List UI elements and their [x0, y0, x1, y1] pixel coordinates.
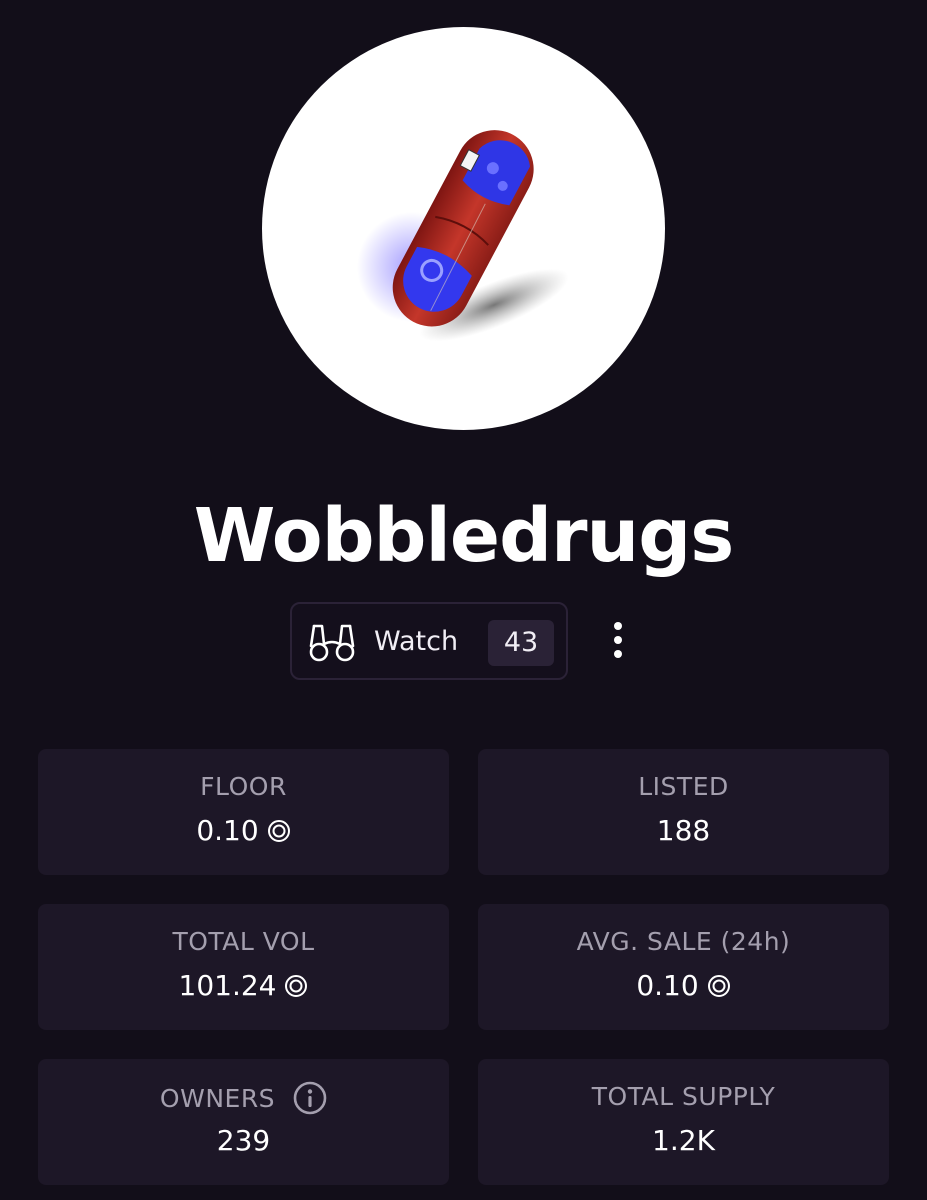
owners-label: OWNERS [159, 1084, 276, 1113]
collection-page: Wobbledrugs Watch 43 FLOOR 0.10 LISTED 1… [0, 0, 927, 1200]
listed-value: 188 [656, 814, 711, 847]
stat-label: FLOOR [200, 772, 287, 801]
info-icon[interactable] [293, 1081, 327, 1115]
watch-count-badge: 43 [488, 620, 554, 666]
sol-coin-icon [267, 820, 290, 842]
stat-label: LISTED [638, 772, 729, 801]
stat-card-floor: FLOOR 0.10 [38, 749, 449, 875]
stat-value: 0.10 [38, 813, 449, 849]
more-vertical-icon [614, 622, 622, 630]
stat-card-total-vol: TOTAL VOL 101.24 [38, 904, 449, 1030]
total-vol-value: 101.24 [178, 969, 277, 1002]
stat-card-listed: LISTED 188 [478, 749, 889, 875]
collection-avatar [262, 27, 665, 430]
stat-card-total-supply: TOTAL SUPPLY 1.2K [478, 1059, 889, 1185]
more-options-button[interactable] [600, 616, 636, 664]
avg-sale-value: 0.10 [636, 969, 699, 1002]
stat-label: TOTAL SUPPLY [591, 1082, 776, 1111]
stat-label: AVG. SALE (24h) [576, 927, 791, 956]
stat-card-owners: OWNERS 239 [38, 1059, 449, 1185]
stat-value: 0.10 [478, 968, 889, 1004]
stat-value: 101.24 [38, 968, 449, 1004]
stat-card-avg-sale: AVG. SALE (24h) 0.10 [478, 904, 889, 1030]
floor-value: 0.10 [196, 814, 259, 847]
total-supply-value: 1.2K [652, 1124, 715, 1157]
watch-button[interactable]: Watch 43 [290, 602, 568, 680]
stat-label: OWNERS [38, 1081, 449, 1115]
sol-coin-icon [285, 975, 308, 997]
binoculars-icon [309, 624, 355, 662]
owners-value: 239 [216, 1124, 271, 1157]
sol-coin-icon [707, 975, 730, 997]
stat-label: TOTAL VOL [172, 927, 315, 956]
collection-title: Wobbledrugs [193, 493, 734, 579]
watch-label: Watch [374, 626, 459, 657]
pill-capsule-image [357, 130, 569, 342]
